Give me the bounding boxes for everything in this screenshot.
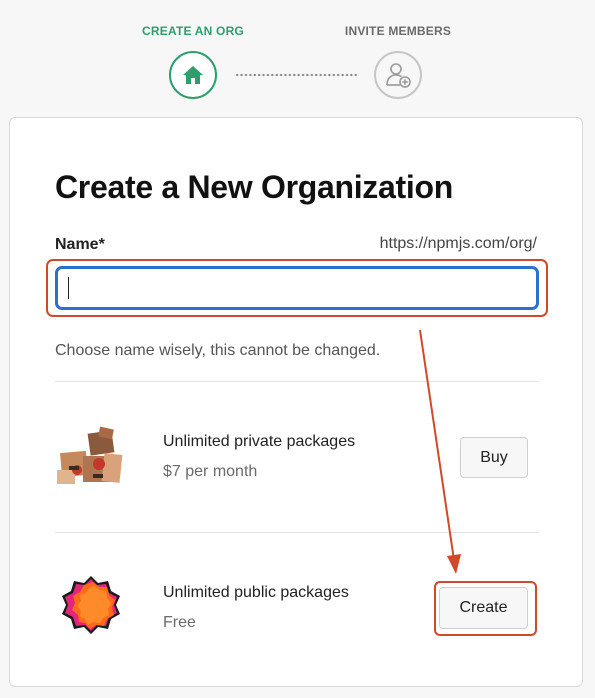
plan-public-price: Free	[163, 614, 196, 631]
name-hint: Choose name wisely, this cannot be chang…	[55, 342, 381, 359]
stepper-connector	[235, 73, 357, 77]
create-button[interactable]: Create	[439, 587, 528, 629]
step-invite-members	[374, 51, 422, 99]
plan-private-title: Unlimited private packages	[163, 433, 356, 450]
org-stepper: CREATE AN ORG INVITE MEMBERS	[0, 0, 595, 110]
org-url-prefix: https://npmjs.com/org/	[379, 235, 537, 252]
divider	[55, 381, 538, 382]
step-create-org	[169, 51, 217, 99]
step-invite-members-label: INVITE MEMBERS	[344, 24, 452, 38]
boxes-illustration-icon	[57, 426, 123, 484]
text-caret	[68, 277, 69, 299]
org-name-input[interactable]	[55, 266, 539, 310]
page-title: Create a New Organization	[55, 169, 453, 205]
name-label: Name*	[55, 236, 105, 253]
buy-button[interactable]: Buy	[460, 437, 528, 478]
name-input-highlight	[46, 259, 548, 317]
orange-badge-icon	[62, 576, 120, 634]
plan-private-price: $7 per month	[163, 463, 258, 480]
plan-public-title: Unlimited public packages	[163, 584, 349, 601]
step-create-org-label: CREATE AN ORG	[142, 24, 244, 38]
add-user-icon	[386, 63, 411, 88]
create-org-card: Create a New Organization Name* https://…	[9, 117, 583, 687]
divider	[55, 532, 538, 533]
home-icon	[183, 66, 203, 84]
